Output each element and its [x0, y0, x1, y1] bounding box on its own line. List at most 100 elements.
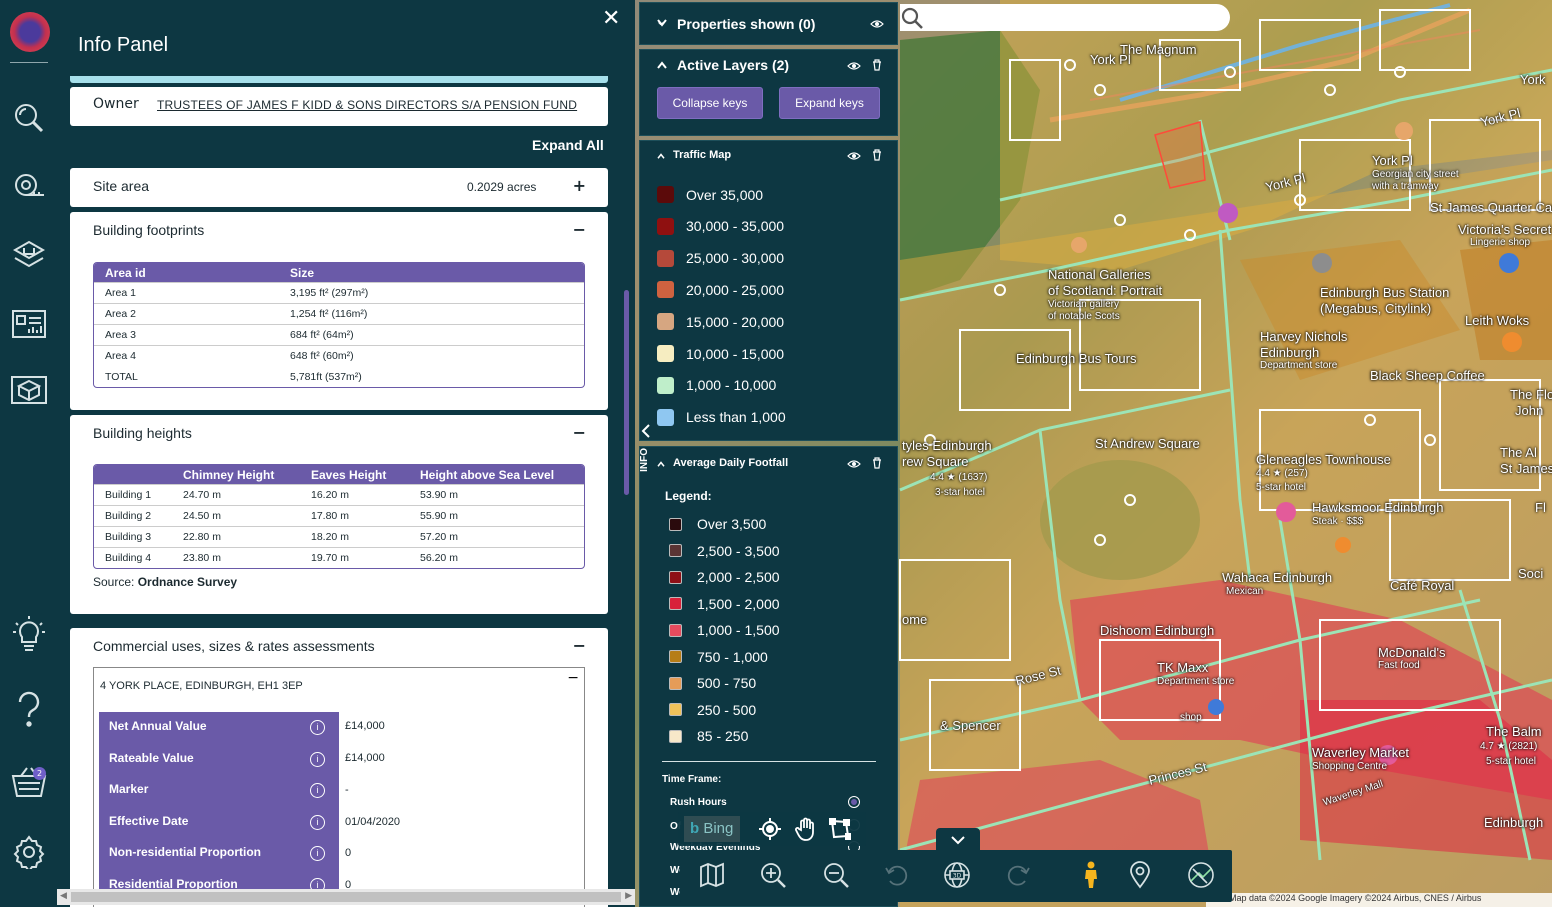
timeframe-label: Time Frame:	[662, 774, 722, 785]
settings-gear-icon[interactable]	[9, 832, 49, 872]
map-label: National Galleries	[1048, 267, 1151, 282]
collapse-minus-icon[interactable]: −	[573, 423, 586, 442]
map-label: 5-star hotel	[1256, 482, 1307, 493]
collapse-keys-button[interactable]: Collapse keys	[657, 87, 763, 119]
table-row: TOTAL 5,781ft (537m²)	[94, 366, 584, 387]
table-cell: 23.80 m	[172, 547, 300, 568]
app-logo[interactable]	[10, 12, 50, 52]
chevron-up-icon[interactable]	[657, 61, 667, 69]
legend-label: 500 - 750	[697, 675, 757, 691]
expand-keys-button[interactable]: Expand keys	[779, 87, 880, 119]
timeframe-option[interactable]: Rush Hours	[670, 797, 727, 808]
table-cell: Building 3	[94, 526, 172, 547]
search-icon[interactable]	[900, 6, 924, 30]
owner-link[interactable]: TRUSTEES OF JAMES F KIDD & SONS DIRECTOR…	[157, 98, 577, 112]
undo-icon[interactable]	[880, 858, 914, 892]
close-icon[interactable]: ✕	[602, 6, 620, 31]
zoom-in-icon[interactable]	[756, 858, 790, 892]
chevron-down-icon[interactable]	[657, 19, 667, 27]
vertical-scrollbar[interactable]	[624, 290, 629, 495]
legend-label: 2,500 - 3,500	[697, 542, 780, 559]
collapse-minus-icon[interactable]: −	[567, 670, 579, 686]
trash-icon[interactable]	[872, 457, 882, 469]
horizontal-scrollbar[interactable]: ◀ ▶	[57, 889, 635, 905]
chevron-down-icon[interactable]	[951, 835, 965, 845]
map-label: tyles Edinburgh	[902, 438, 992, 453]
table-row: Building 3 22.80 m 18.20 m 57.20 m	[94, 526, 584, 547]
footfall-title: Average Daily Footfall	[673, 457, 789, 469]
info-icon[interactable]: i	[310, 751, 325, 767]
rates-value: 0	[345, 847, 352, 859]
legend-label: Over 35,000	[686, 186, 764, 203]
satellite-layer-icon[interactable]	[1184, 858, 1218, 892]
scroll-left-icon[interactable]: ◀	[60, 891, 67, 901]
info-tab[interactable]: INFO	[636, 418, 656, 488]
info-tab-label: INFO	[639, 448, 650, 472]
traffic-legend-item: Less than 1,000	[657, 408, 786, 426]
trash-icon[interactable]	[872, 149, 882, 161]
footfall-legend-item: Over 3,500	[669, 516, 766, 532]
legend-swatch	[657, 217, 674, 235]
site-builder-icon[interactable]	[9, 236, 49, 276]
info-panel: Info Panel ✕ Owner TRUSTEES OF JAMES F K…	[57, 0, 635, 907]
table-cell: 3,195 ft² (297m²)	[279, 282, 584, 303]
sidebar-search-icon[interactable]	[9, 98, 49, 138]
draw-polygon-icon[interactable]	[823, 812, 857, 846]
table-cell: 24.50 m	[172, 505, 300, 526]
report-icon[interactable]	[9, 304, 49, 344]
properties-shown-label: Properties shown (0)	[677, 16, 816, 32]
3d-globe-icon[interactable]: 3D	[940, 858, 974, 892]
locate-crosshair-icon[interactable]	[753, 812, 787, 846]
table-header: Eaves Height	[300, 465, 409, 484]
building-heights-label: Building heights	[93, 425, 192, 441]
site-area-card[interactable]: Site area 0.2029 acres +	[70, 168, 608, 207]
eye-icon[interactable]	[847, 61, 861, 71]
rates-row: Rateable Value i	[99, 743, 339, 776]
redo-icon[interactable]	[1001, 858, 1035, 892]
collapsed-section-strip	[70, 76, 608, 83]
chevron-left-icon[interactable]	[641, 424, 651, 438]
eye-icon[interactable]	[847, 459, 861, 469]
lightbulb-icon[interactable]	[9, 614, 49, 654]
measure-tape-icon[interactable]	[9, 166, 49, 206]
collapse-minus-icon[interactable]: −	[573, 220, 586, 239]
map-search-input[interactable]	[900, 4, 1230, 31]
map-label: 4.4 ★ (1637)	[930, 472, 988, 483]
info-icon[interactable]: i	[310, 846, 325, 862]
properties-shown-header[interactable]: ⌄ Properties shown (0)	[639, 2, 898, 45]
chevron-up-icon[interactable]	[657, 461, 665, 467]
expand-all-button[interactable]: Expand All	[532, 137, 604, 153]
footfall-legend-item: 2,000 - 2,500	[669, 569, 780, 585]
footfall-legend-item: 500 - 750	[669, 675, 756, 691]
radio-rush-hours[interactable]	[848, 796, 860, 808]
expand-plus-icon[interactable]: +	[573, 176, 586, 195]
scroll-right-icon[interactable]: ▶	[625, 891, 632, 901]
map-label: 3-star hotel	[935, 487, 986, 498]
zoom-out-icon[interactable]	[819, 858, 853, 892]
map-label: York Pl	[1090, 52, 1131, 67]
table-header: Height above Sea Level	[409, 465, 584, 484]
map-label: Georgian city street	[1372, 169, 1459, 180]
map-pin-icon[interactable]	[1123, 858, 1157, 892]
toolbar-toggle[interactable]	[936, 828, 980, 852]
chevron-up-icon[interactable]	[657, 153, 665, 159]
legend-label: 15,000 - 20,000	[686, 313, 785, 330]
legend-swatch	[669, 703, 682, 716]
legend-label: Over 3,500	[697, 516, 767, 532]
eye-icon[interactable]	[870, 19, 884, 29]
scrollbar-thumb[interactable]	[71, 892, 621, 902]
eye-icon[interactable]	[847, 151, 861, 161]
legend-swatch	[669, 623, 682, 637]
info-icon[interactable]: i	[310, 814, 325, 830]
map-view-icon[interactable]	[695, 858, 729, 892]
trash-icon[interactable]	[872, 59, 882, 71]
street-view-person-icon[interactable]	[1074, 858, 1108, 892]
site-area-value: 0.2029 acres	[467, 180, 537, 194]
info-icon[interactable]: i	[310, 720, 325, 735]
3d-model-icon[interactable]	[9, 370, 49, 410]
info-icon[interactable]: i	[310, 783, 325, 799]
help-icon[interactable]	[9, 690, 49, 730]
collapse-minus-icon[interactable]: −	[573, 636, 586, 655]
pan-hand-icon[interactable]	[789, 812, 823, 846]
table-cell: 57.20 m	[409, 526, 584, 547]
